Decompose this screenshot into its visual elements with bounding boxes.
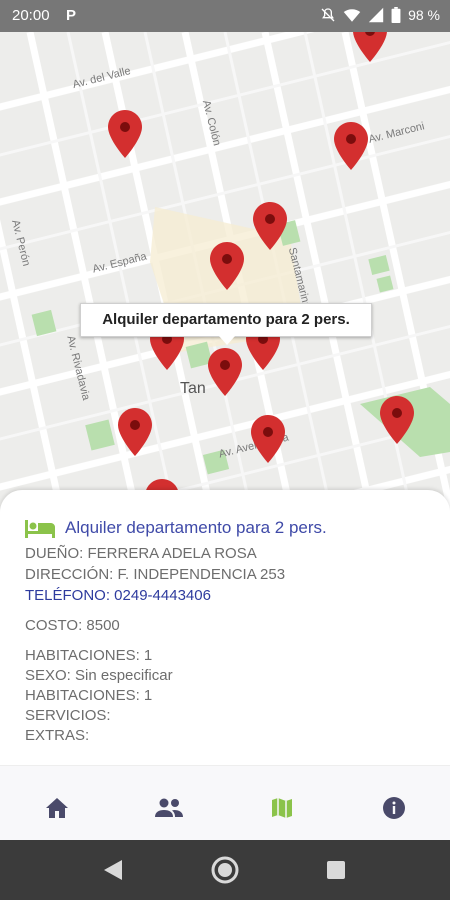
phone-link[interactable]: TELÉFONO: 0249-4443406 xyxy=(25,587,211,604)
nav-people[interactable] xyxy=(149,788,189,828)
map-icon xyxy=(272,798,292,818)
address-text: DIRECCIÓN: F. INDEPENDENCIA 253 xyxy=(25,566,286,583)
map-pin[interactable] xyxy=(334,122,368,170)
battery-level: 98 % xyxy=(408,7,440,23)
status-bar: 20:00 P 98 % xyxy=(0,0,450,32)
map-pin[interactable] xyxy=(251,415,285,463)
nav-map[interactable] xyxy=(262,788,302,828)
battery-icon xyxy=(391,7,401,23)
nav-home[interactable] xyxy=(37,788,77,828)
map-pin-selected[interactable] xyxy=(208,348,242,396)
map-pin[interactable] xyxy=(210,242,244,290)
listing-title: Alquiler departamento para 2 pers. xyxy=(65,518,327,537)
bed-icon xyxy=(25,520,55,538)
bottom-navigation xyxy=(0,765,450,841)
home-icon xyxy=(46,798,68,818)
status-icons: 98 % xyxy=(320,7,440,23)
mute-icon xyxy=(321,8,335,22)
people-icon xyxy=(155,798,183,817)
rooms-text-2: HABITACIONES: 1 xyxy=(25,687,153,704)
map-info-window[interactable]: Alquiler departamento para 2 pers. xyxy=(80,303,372,345)
signal-icon xyxy=(368,7,384,23)
nav-info[interactable] xyxy=(374,788,414,828)
map-pin[interactable] xyxy=(253,202,287,250)
sex-text: SEXO: Sin especificar xyxy=(25,667,173,684)
status-time: 20:00 xyxy=(12,7,50,24)
rooms-text: HABITACIONES: 1 xyxy=(25,647,153,664)
map-view[interactable]: Av. del Valle Av. Colón Av. Marconi Av. … xyxy=(0,32,450,552)
map-pin[interactable] xyxy=(108,110,142,158)
recents-icon[interactable] xyxy=(326,860,346,880)
info-icon xyxy=(383,797,405,819)
system-navigation-bar xyxy=(0,840,450,900)
services-text: SERVICIOS: xyxy=(25,707,111,724)
extras-text: EXTRAS: xyxy=(25,727,90,744)
listing-header: Alquiler departamento para 2 pers. xyxy=(25,518,327,538)
listing-card: Alquiler departamento para 2 pers. DUEÑO… xyxy=(0,490,450,775)
map-base xyxy=(0,32,450,552)
map-pin[interactable] xyxy=(353,32,387,62)
town-label: Tan xyxy=(180,380,206,397)
cost-text: COSTO: 8500 xyxy=(25,617,120,634)
map-pin[interactable] xyxy=(118,408,152,456)
owner-text: DUEÑO: FERRERA ADELA ROSA xyxy=(25,545,257,562)
parking-icon: P xyxy=(66,7,77,24)
wifi-icon xyxy=(343,9,361,22)
map-pin[interactable] xyxy=(380,396,414,444)
back-icon[interactable] xyxy=(103,859,123,881)
home-circle-icon[interactable] xyxy=(210,855,240,885)
